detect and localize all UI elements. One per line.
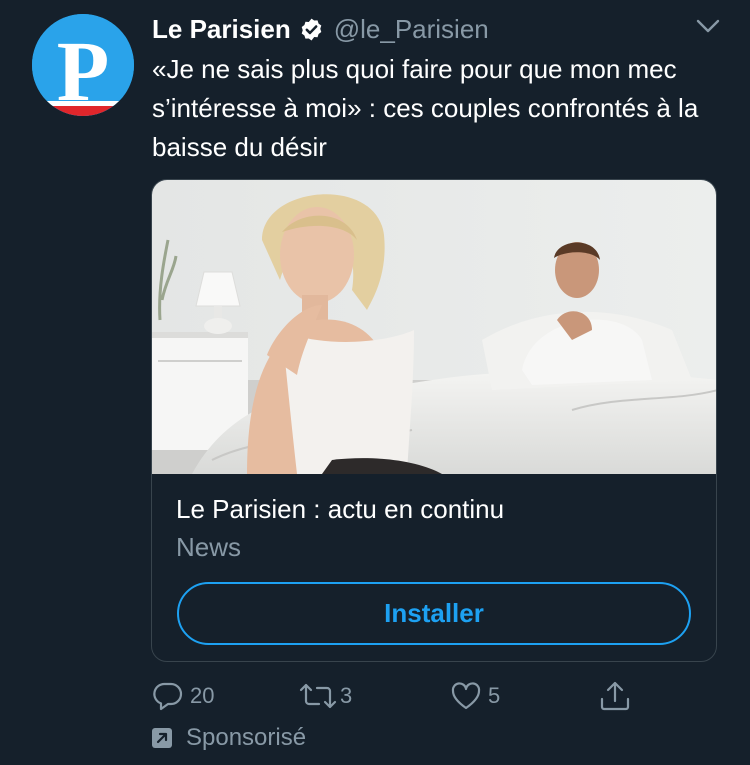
retweet-action[interactable]: 3 — [298, 676, 352, 716]
like-count: 5 — [488, 683, 501, 708]
install-button[interactable]: Installer — [177, 582, 691, 645]
retweet-icon[interactable] — [298, 680, 338, 712]
tweet-text: «Je ne sais plus quoi faire pour que mon… — [152, 54, 699, 162]
reply-count: 20 — [190, 683, 215, 708]
promoted-label: Sponsorisé — [152, 722, 306, 754]
verified-badge-icon — [299, 17, 324, 42]
chevron-down-icon[interactable] — [696, 18, 720, 39]
avatar[interactable]: P — [32, 14, 134, 116]
like-action[interactable]: 5 — [450, 676, 500, 716]
reply-action[interactable]: 20 — [152, 676, 214, 716]
card-image[interactable] — [152, 180, 717, 474]
tweet-header: Le Parisien @le_Parisien — [152, 12, 489, 46]
like-icon[interactable] — [450, 680, 482, 712]
promoted-icon — [152, 728, 172, 748]
reply-icon[interactable] — [152, 680, 184, 712]
retweet-count: 3 — [340, 683, 353, 708]
card-title[interactable]: Le Parisien : actu en continu — [176, 494, 504, 525]
avatar-red-stripe — [32, 106, 134, 116]
app-install-card[interactable]: Le Parisien : actu en continu News Insta… — [151, 179, 717, 662]
promoted-text: Sponsorisé — [186, 724, 307, 751]
tweet-actions: 20 3 5 — [0, 676, 750, 716]
card-category: News — [176, 532, 242, 562]
share-icon[interactable] — [598, 679, 632, 713]
account-handle[interactable]: @le_Parisien — [334, 14, 489, 45]
share-action[interactable] — [598, 676, 632, 716]
account-name[interactable]: Le Parisien — [152, 14, 291, 45]
